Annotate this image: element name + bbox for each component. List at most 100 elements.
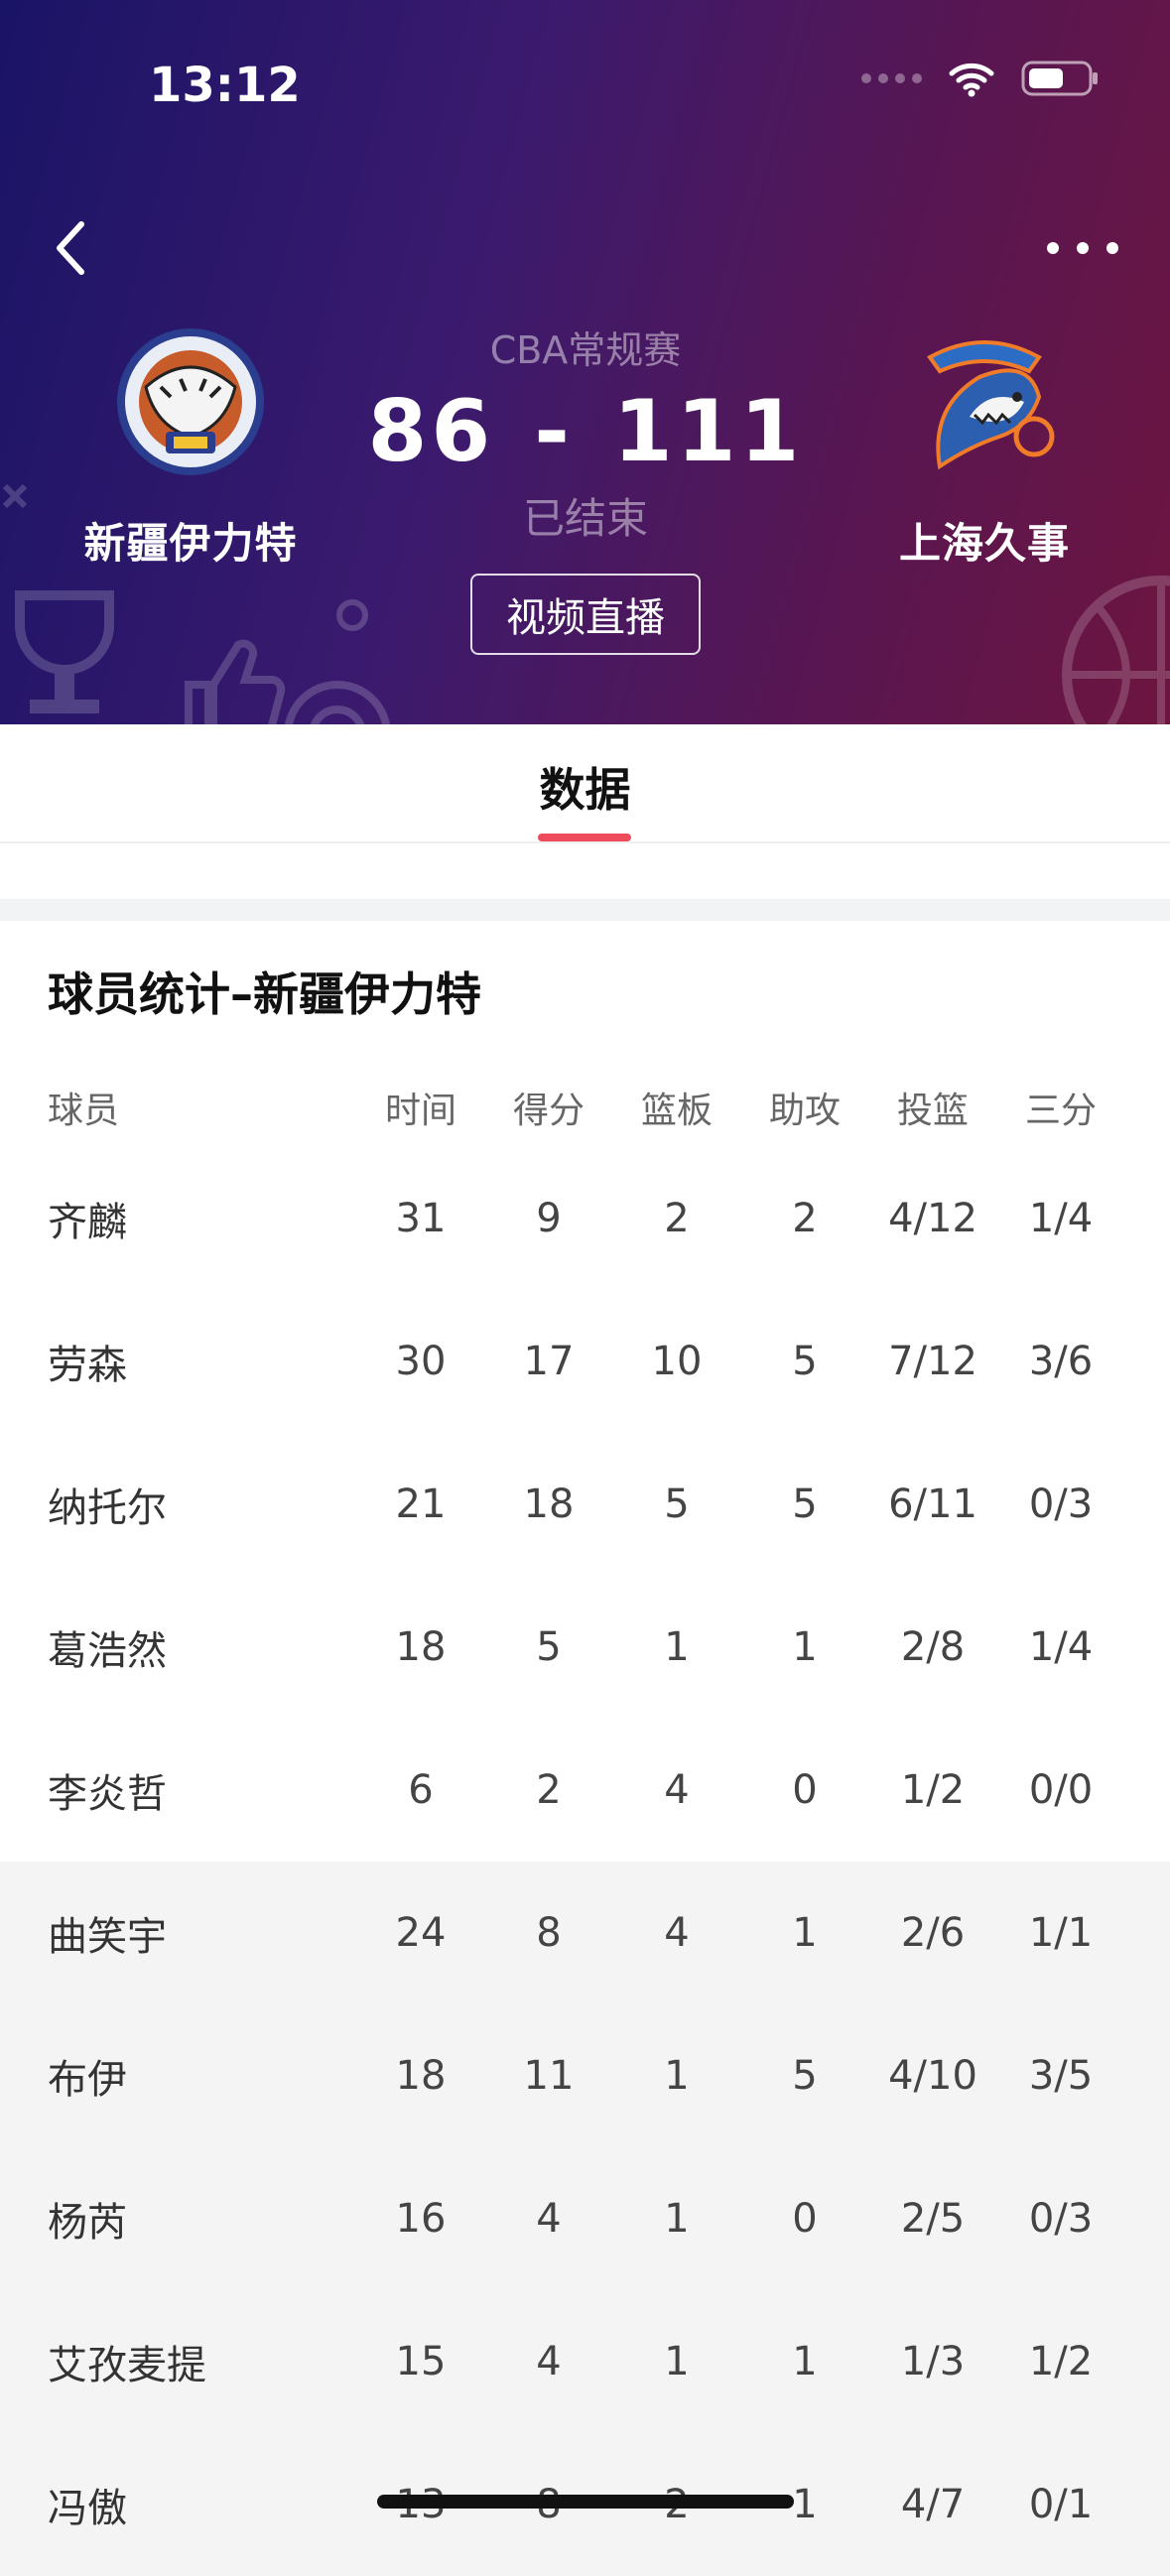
- player-name[interactable]: 齐麟: [48, 1147, 345, 1290]
- stat-free-throws: 3: [1134, 1862, 1170, 2004]
- home-team[interactable]: 新疆伊力特: [22, 318, 359, 571]
- away-score: 111: [612, 382, 804, 481]
- tab-data[interactable]: 数据: [0, 754, 1170, 820]
- stat-field-goals: 4/12: [888, 1196, 977, 1241]
- header-free-throws: 罚: [1134, 1068, 1170, 1147]
- spacer: [0, 843, 1170, 897]
- header-time: 时间: [384, 1091, 456, 1131]
- home-team-name: 新疆伊力特: [83, 519, 298, 568]
- active-tab-indicator: [538, 834, 631, 841]
- video-live-button[interactable]: 视频直播: [470, 574, 701, 655]
- home-indicator[interactable]: [377, 2495, 794, 2509]
- stat-three-pointers: 0/0: [1028, 1767, 1094, 1813]
- stat-three-pointers: 1/1: [1028, 1910, 1094, 1956]
- stat-three-pointers: 0/1: [1028, 2482, 1094, 2527]
- away-team[interactable]: 上海久事: [816, 318, 1153, 571]
- stat-free-throws: 6: [1134, 1433, 1170, 1576]
- stats-header-row: 球员 时间 得分 篮板 助攻 投篮 三分 罚: [0, 1068, 1170, 1147]
- stat-points: 17: [523, 1339, 575, 1384]
- stat-field-goals: 1/3: [900, 2339, 966, 2384]
- stat-assists: 1: [792, 1624, 818, 1670]
- stat-time: 18: [395, 1624, 447, 1670]
- stat-assists: 5: [792, 1339, 818, 1384]
- header-three-pointers: 三分: [1024, 1091, 1097, 1131]
- stat-three-pointers: 1/2: [1028, 2339, 1094, 2384]
- stat-points: 18: [523, 1481, 575, 1527]
- stat-field-goals: 1/2: [900, 1767, 966, 1813]
- wifi-icon: [949, 63, 994, 97]
- table-row[interactable]: 杨芮 16 4 1 0 2/5 0/3 0: [0, 2147, 1170, 2290]
- stat-time: 21: [395, 1481, 447, 1527]
- stat-rebounds: 1: [664, 2196, 690, 2242]
- stat-time: 18: [395, 2053, 447, 2099]
- league-label: CBA常规赛: [489, 328, 682, 372]
- stat-free-throws: 0: [1134, 1719, 1170, 1862]
- more-dots-icon[interactable]: [1043, 223, 1122, 273]
- player-name[interactable]: 劳森: [48, 1290, 345, 1433]
- stat-time: 24: [395, 1910, 447, 1956]
- stat-field-goals: 2/6: [900, 1910, 966, 1956]
- basketball-decoration-icon: [1062, 576, 1170, 724]
- stat-rebounds: 10: [651, 1339, 703, 1384]
- stat-three-pointers: 3/5: [1028, 2053, 1094, 2099]
- trophy-decoration-icon: [15, 590, 114, 713]
- player-name[interactable]: 李炎哲: [48, 1719, 345, 1862]
- score-line: 86-111: [337, 382, 834, 481]
- table-row[interactable]: 艾孜麦提 15 4 1 1 1/3 1/2 1: [0, 2290, 1170, 2433]
- player-name[interactable]: 艾孜麦提: [48, 2290, 345, 2433]
- table-row[interactable]: 劳森 30 17 10 5 7/12 3/6 0: [0, 1290, 1170, 1433]
- chevron-left-icon[interactable]: [48, 218, 97, 278]
- stat-free-throws: 0: [1134, 1147, 1170, 1290]
- stat-free-throws: 0: [1134, 1576, 1170, 1719]
- stat-rebounds: 1: [664, 1624, 690, 1670]
- table-row[interactable]: 齐麟 31 9 2 2 4/12 1/4 0: [0, 1147, 1170, 1290]
- table-row[interactable]: 布伊1811154/103/50: [0, 2004, 1170, 2147]
- player-name[interactable]: 葛浩然: [48, 1576, 345, 1719]
- table-row[interactable]: 葛浩然 18 5 1 1 2/8 1/4 0: [0, 1576, 1170, 1719]
- home-score: 86: [367, 382, 495, 481]
- player-name[interactable]: 冯傲: [48, 2433, 345, 2576]
- stat-assists: 1: [792, 2339, 818, 2384]
- player-name[interactable]: 纳托尔: [48, 1433, 345, 1576]
- stat-points: 4: [536, 2339, 562, 2384]
- thumbs-up-decoration-icon: [185, 639, 286, 724]
- stat-assists: 0: [792, 2196, 818, 2242]
- stat-assists: 2: [792, 1196, 818, 1241]
- stat-three-pointers: 1/4: [1028, 1624, 1094, 1670]
- stat-field-goals: 2/5: [900, 2196, 966, 2242]
- stat-free-throws: 0: [1134, 2147, 1170, 2290]
- player-name[interactable]: 布伊: [48, 2004, 345, 2147]
- shanghai-sharks-logo-icon: [927, 340, 1055, 470]
- player-name[interactable]: 杨芮: [48, 2147, 345, 2290]
- score-center: CBA常规赛 86-111 已结束 视频直播: [337, 320, 834, 655]
- stat-field-goals: 2/8: [900, 1624, 966, 1670]
- stat-points: 4: [536, 2196, 562, 2242]
- player-name[interactable]: 曲笑宇: [48, 1862, 345, 2004]
- stat-rebounds: 4: [664, 1910, 690, 1956]
- stat-rebounds: 2: [664, 1196, 690, 1241]
- stat-three-pointers: 0/3: [1028, 1481, 1094, 1527]
- stat-field-goals: 7/12: [888, 1339, 977, 1384]
- stat-points: 9: [536, 1196, 562, 1241]
- target-decoration-icon: [284, 681, 391, 724]
- header-rebounds: 篮板: [640, 1091, 713, 1131]
- stat-time: 16: [395, 2196, 447, 2242]
- stat-three-pointers: 0/3: [1028, 2196, 1094, 2242]
- stat-points: 2: [536, 1767, 562, 1813]
- stat-free-throws: 0: [1134, 2004, 1170, 2147]
- xinjiang-tiger-logo-icon: [117, 328, 264, 475]
- stat-field-goals: 4/7: [900, 2482, 966, 2527]
- table-row[interactable]: 纳托尔 21 18 5 5 6/11 0/3 6: [0, 1433, 1170, 1576]
- header-field-goals: 投篮: [896, 1091, 969, 1131]
- table-row[interactable]: 李炎哲 6 2 4 0 1/2 0/0 0: [0, 1719, 1170, 1862]
- table-row[interactable]: 曲笑宇 24 8 4 1 2/6 1/1 3: [0, 1862, 1170, 2004]
- stat-assists: 1: [792, 1910, 818, 1956]
- stat-time: 15: [395, 2339, 447, 2384]
- stat-field-goals: 6/11: [888, 1481, 977, 1527]
- match-state: 已结束: [522, 494, 648, 543]
- stat-points: 5: [536, 1624, 562, 1670]
- stat-assists: 5: [792, 1481, 818, 1527]
- stat-three-pointers: 3/6: [1028, 1339, 1094, 1384]
- stat-free-throws: 1: [1134, 2290, 1170, 2433]
- stat-rebounds: 1: [664, 2053, 690, 2099]
